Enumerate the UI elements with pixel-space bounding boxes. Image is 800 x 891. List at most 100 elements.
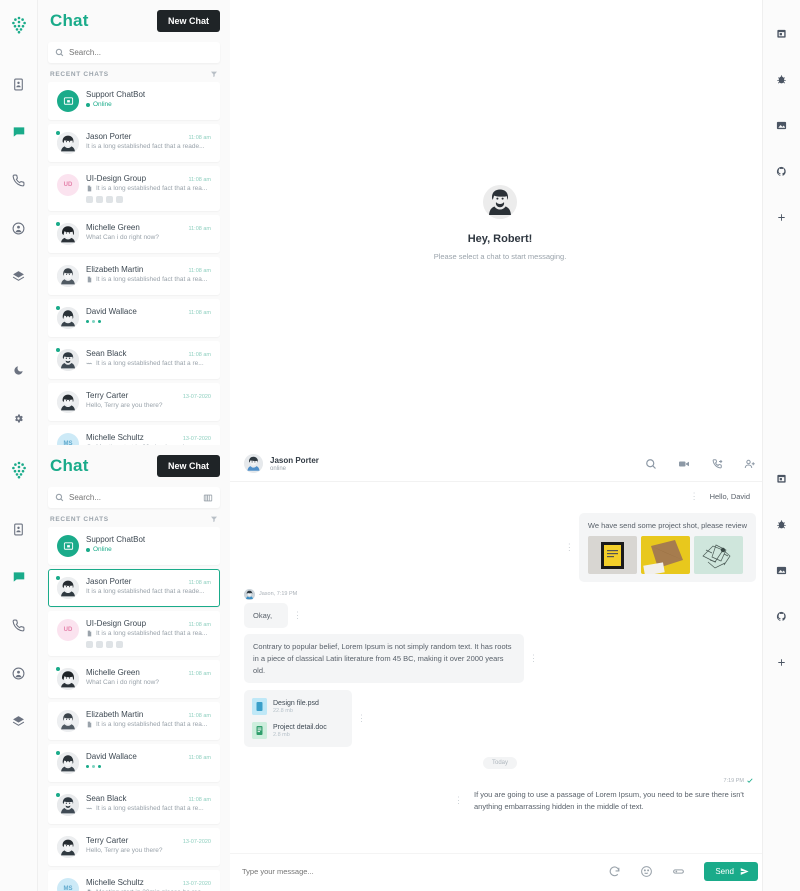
avatar bbox=[57, 836, 79, 858]
chat-list-item[interactable]: Terry Carter 13-07-2020 Hello, Terry are y… bbox=[48, 383, 220, 421]
calendar-icon[interactable] bbox=[767, 463, 797, 493]
chat-list-item[interactable]: UD UI-Design Group 11:08 am It is a long es… bbox=[48, 611, 220, 656]
chat-icon[interactable] bbox=[4, 562, 34, 592]
github-icon[interactable] bbox=[767, 601, 797, 631]
chat-list-item[interactable]: Support ChatBot Online bbox=[48, 82, 220, 120]
moon-icon[interactable] bbox=[4, 355, 34, 385]
contacts-icon[interactable] bbox=[4, 69, 34, 99]
shot-yellow-package[interactable] bbox=[640, 535, 690, 574]
video-camera-icon[interactable] bbox=[678, 458, 690, 470]
chat-list-item[interactable]: Sean Black 11:08 am It is a long establish… bbox=[48, 786, 220, 824]
search-bar[interactable] bbox=[48, 42, 220, 63]
chat-list-item[interactable]: UD UI-Design Group 11:08 am It is a long es… bbox=[48, 166, 220, 211]
chat-preview: It is a long established fact that a re.… bbox=[86, 360, 204, 367]
message-menu-icon[interactable]: ⋮ bbox=[288, 610, 307, 621]
image-thumbnails bbox=[587, 535, 747, 574]
calendar-icon[interactable] bbox=[767, 18, 797, 48]
search-icon[interactable] bbox=[645, 458, 657, 470]
add-person-icon[interactable] bbox=[744, 458, 756, 470]
plus-icon[interactable] bbox=[767, 647, 797, 677]
message-menu-icon[interactable]: ⋮ bbox=[685, 491, 704, 502]
online-indicator bbox=[56, 793, 60, 797]
psd-file-icon bbox=[252, 698, 267, 716]
new-chat-button[interactable]: New Chat bbox=[156, 10, 220, 32]
chat-list-item[interactable]: Michelle Green 11:08 am What Can i do righ… bbox=[48, 660, 220, 698]
send-button[interactable]: Send bbox=[704, 862, 758, 881]
chat-list-item[interactable]: Jason Porter 11:08 am It is a long establi… bbox=[48, 569, 220, 607]
filter-icon[interactable] bbox=[210, 515, 218, 523]
file-row[interactable]: Design file.psd 22.8 mb bbox=[252, 698, 344, 716]
message-menu-icon[interactable]: ⋮ bbox=[352, 713, 371, 724]
shot-mint-sketch[interactable] bbox=[693, 535, 743, 574]
file-name: Design file.psd bbox=[273, 699, 319, 707]
phone-icon[interactable] bbox=[4, 165, 34, 195]
online-indicator bbox=[56, 306, 60, 310]
chat-icon[interactable] bbox=[4, 117, 34, 147]
left-icon-rail bbox=[0, 0, 38, 445]
chat-preview: It is a long established fact that a rea… bbox=[86, 185, 211, 192]
empty-state-subtitle: Please select a chat to start messaging. bbox=[433, 251, 567, 261]
avatar bbox=[56, 222, 79, 245]
refresh-icon[interactable] bbox=[608, 865, 621, 878]
chat-list-item[interactable]: David Wallace 11:08 am bbox=[48, 744, 220, 782]
chat-timestamp: 11:08 am bbox=[188, 135, 211, 141]
bug-icon[interactable] bbox=[767, 509, 797, 539]
conversation-pane: Jason Porter online ⋮ Hello, David ⋮ We … bbox=[230, 445, 770, 891]
recent-chats-label: RECENT CHATS bbox=[50, 515, 109, 523]
chat-panel-top: Chat New Chat RECENT CHATS Support ChatB… bbox=[38, 0, 230, 463]
chat-list-item[interactable]: MSMichelle Schultz13-07-2020Meeting star… bbox=[48, 870, 220, 891]
emoji-icon[interactable] bbox=[640, 865, 653, 878]
bug-icon[interactable] bbox=[767, 64, 797, 94]
filter-icon[interactable] bbox=[210, 70, 218, 78]
chat-name: David Wallace bbox=[86, 307, 137, 316]
chat-panel-bottom: Chat New Chat RECENT CHATS Suppo bbox=[38, 445, 230, 891]
search-bar[interactable] bbox=[48, 487, 220, 508]
message-input[interactable] bbox=[242, 867, 609, 876]
plus-icon[interactable] bbox=[767, 202, 797, 232]
image-icon[interactable] bbox=[767, 555, 797, 585]
message-menu-icon[interactable]: ⋮ bbox=[560, 542, 579, 553]
gear-icon[interactable] bbox=[4, 403, 34, 433]
profile-icon[interactable] bbox=[4, 213, 34, 243]
chat-name: Jason Porter bbox=[86, 577, 132, 586]
chat-timestamp: 11:08 am bbox=[188, 310, 211, 316]
message-menu-icon[interactable]: ⋮ bbox=[449, 795, 468, 806]
search-input[interactable] bbox=[69, 493, 203, 502]
new-chat-button[interactable]: New Chat bbox=[156, 455, 220, 477]
group-members bbox=[86, 196, 211, 203]
image-icon[interactable] bbox=[767, 110, 797, 140]
chat-list-item[interactable]: Sean Black 11:08 am It is a long establish… bbox=[48, 341, 220, 379]
layers-icon[interactable] bbox=[4, 261, 34, 291]
chat-list-item[interactable]: Terry Carter 13-07-2020 Hello, Terry are y… bbox=[48, 828, 220, 866]
panel-header: Chat New Chat bbox=[38, 445, 230, 485]
left-rail-bottom bbox=[0, 346, 37, 445]
chat-list-item[interactable]: Jason Porter 11:08 am It is a long establi… bbox=[48, 124, 220, 162]
layers-icon[interactable] bbox=[4, 706, 34, 736]
search-input[interactable] bbox=[69, 48, 213, 57]
keyboard-icon[interactable] bbox=[203, 493, 213, 503]
chat-list-item[interactable]: Elizabeth Martin 11:08 am It is a long est… bbox=[48, 257, 220, 295]
chat-timestamp: 11:08 am bbox=[188, 177, 211, 183]
chat-list-item[interactable]: Elizabeth Martin 11:08 am It is a long est… bbox=[48, 702, 220, 740]
avatar bbox=[56, 348, 79, 371]
github-icon[interactable] bbox=[767, 156, 797, 186]
chat-list-item[interactable]: Support ChatBot Online bbox=[48, 527, 220, 565]
chat-list-item[interactable]: Michelle Green 11:08 am What Can i do righ… bbox=[48, 215, 220, 253]
chat-name: David Wallace bbox=[86, 752, 137, 761]
attachment-icon[interactable] bbox=[672, 865, 685, 878]
profile-icon[interactable] bbox=[4, 658, 34, 688]
contacts-icon[interactable] bbox=[4, 514, 34, 544]
chat-list-item[interactable]: David Wallace 11:08 am bbox=[48, 299, 220, 337]
phone-icon[interactable] bbox=[4, 610, 34, 640]
chat-name: Support ChatBot bbox=[86, 90, 146, 99]
call-transfer-icon[interactable] bbox=[711, 458, 723, 470]
message-row: Contrary to popular belief, Lorem Ipsum … bbox=[244, 634, 756, 684]
file-row[interactable]: Project detail.doc 2.8 mb bbox=[252, 722, 344, 740]
avatar: MS bbox=[57, 878, 79, 891]
avatar bbox=[57, 265, 79, 287]
left-icon-rail-secondary bbox=[0, 445, 38, 891]
chat-preview: It is a long established fact that a rea… bbox=[86, 588, 205, 595]
message-menu-icon[interactable]: ⋮ bbox=[524, 653, 543, 664]
chat-timestamp: 11:08 am bbox=[188, 755, 211, 761]
shot-framed-poster[interactable] bbox=[587, 535, 637, 574]
